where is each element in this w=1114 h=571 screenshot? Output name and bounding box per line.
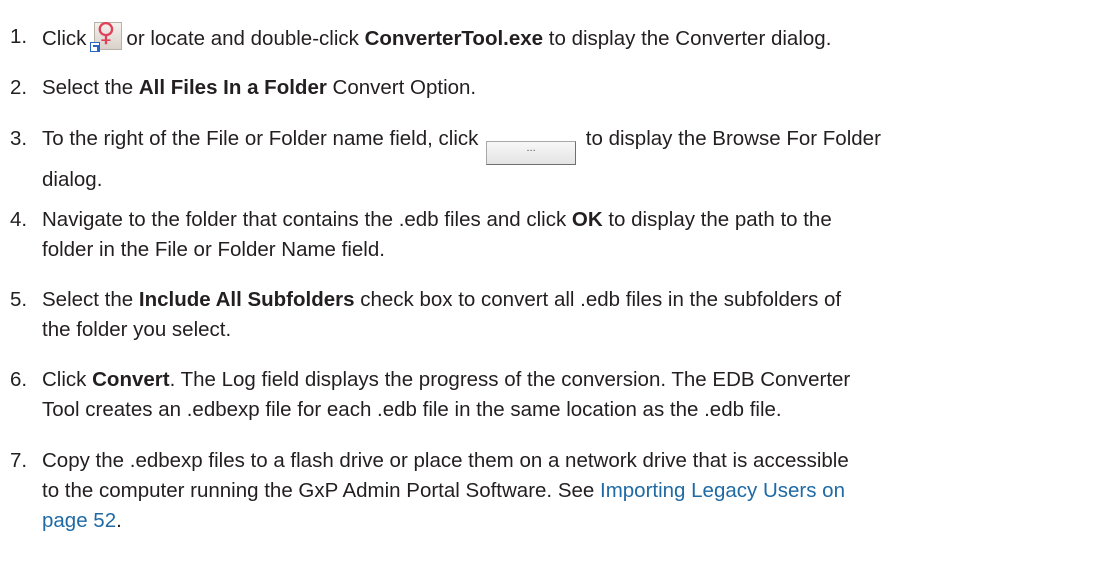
step-number: 3. [10, 127, 28, 150]
step-6-text-c: . The Log field displays the progress of… [169, 368, 851, 391]
step-text: Click Convert. The Log field displays th… [42, 365, 1110, 425]
step-4-text-d: folder in the File or Folder Name field. [42, 238, 385, 261]
step-text: Select the Include All Subfolders check … [42, 285, 1110, 345]
step-text: Copy the .edbexp files to a flash drive … [42, 446, 1110, 536]
step-number: 5. [10, 288, 28, 311]
step-7-text-b: to the computer running the GxP Admin Po… [42, 479, 595, 502]
include-all-subfolders-label: Include All Subfolders [138, 288, 355, 311]
step-1-text-d: to display the Converter dialog. [548, 27, 832, 50]
step-4-text-a: Navigate to the folder that contains the… [42, 208, 567, 231]
converter-tool-app-icon[interactable]: ♀ [90, 18, 124, 52]
importing-legacy-users-link[interactable]: Importing Legacy Users on [600, 479, 845, 502]
step-number: 6. [10, 368, 28, 391]
step-text: Select the All Files In a Folder Convert… [42, 73, 1110, 103]
step-3-text-b: to display the Browse For Folder [585, 127, 881, 150]
step-7-text-c: . [116, 509, 122, 532]
filename-converter-tool: ConverterTool.exe [364, 27, 544, 50]
shortcut-arrow-icon [90, 42, 101, 52]
page-reference-link[interactable]: page 52 [42, 509, 116, 532]
step-6-text-a: Click [42, 368, 87, 391]
step-text: Click ♀ or locate and double-click Convert… [42, 18, 1110, 54]
convert-label: Convert [92, 368, 170, 391]
ok-label: OK [571, 208, 603, 231]
step-3-text-a: To the right of the File or Folder name … [42, 127, 479, 150]
step-5-text-a: Select the [42, 288, 134, 311]
step-3-text-c: dialog. [42, 168, 103, 191]
step-1-text-b: or locate and double-click [126, 27, 359, 50]
step-4-text-c: to display the path to the [608, 208, 832, 231]
step-number: 4. [10, 208, 28, 231]
step-text: To the right of the File or Folder name … [42, 124, 1110, 195]
step-number: 2. [10, 76, 28, 99]
step-1-text-a: Click [42, 27, 87, 50]
browse-button[interactable]: ... [486, 141, 577, 165]
step-5-text-d: the folder you select. [42, 318, 232, 341]
step-5-text-c: check box to convert all .edb files in t… [360, 288, 842, 311]
step-7-text-a: Copy the .edbexp files to a flash drive … [42, 449, 849, 472]
step-2-text-c: Convert Option. [332, 76, 477, 99]
step-number: 7. [10, 449, 28, 472]
step-text: Navigate to the folder that contains the… [42, 205, 1110, 265]
step-2-text-a: Select the [42, 76, 134, 99]
step-6-text-d: Tool creates an .edbexp file for each .e… [42, 398, 782, 421]
step-number: 1. [10, 25, 28, 48]
option-all-files-in-folder: All Files In a Folder [138, 76, 327, 99]
